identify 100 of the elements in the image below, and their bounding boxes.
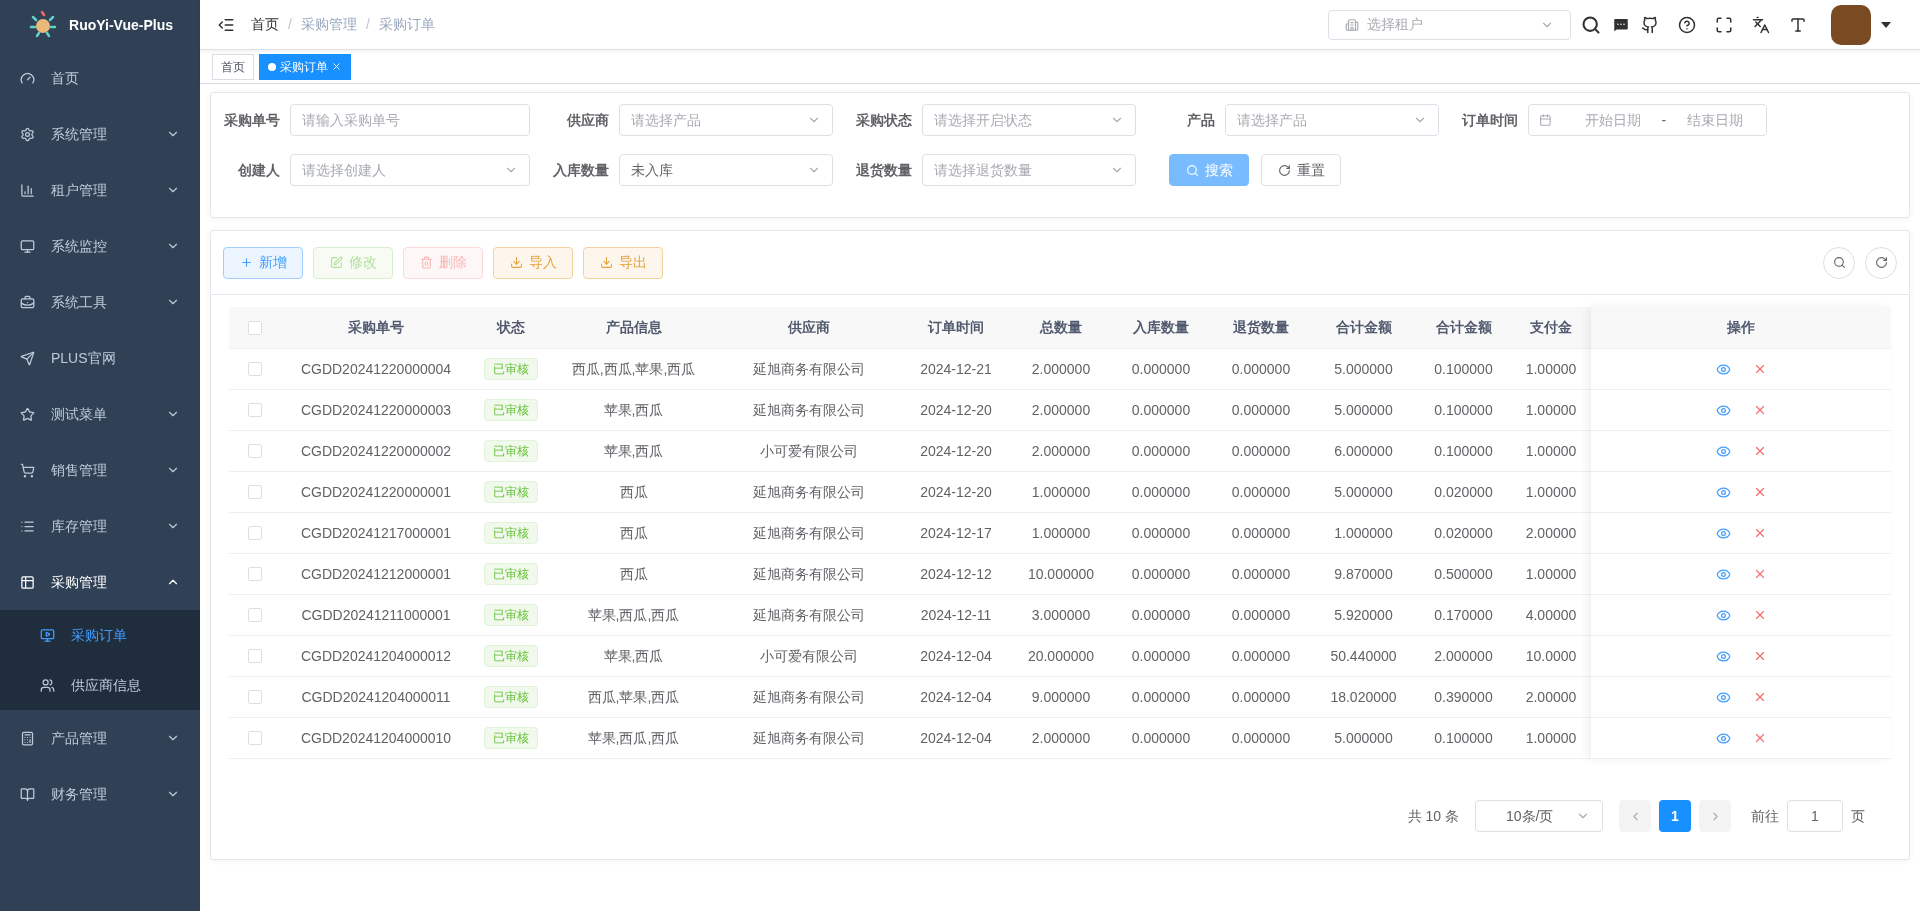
refresh-icon xyxy=(1277,163,1291,177)
column-header: 支付金 xyxy=(1529,318,1573,337)
table-cell-text: 50.440000 xyxy=(1330,646,1397,666)
table-cell-text: 0.000000 xyxy=(1231,482,1291,502)
table-cell-text: 0.000000 xyxy=(1231,605,1291,625)
header-checkbox[interactable] xyxy=(248,320,262,335)
submenu-item[interactable]: 供应商信息 xyxy=(0,660,200,710)
view-icon[interactable] xyxy=(1715,525,1731,541)
table-cell-text: 0.100000 xyxy=(1434,441,1493,461)
search-icon[interactable] xyxy=(1581,14,1601,35)
row-checkbox[interactable] xyxy=(248,485,262,499)
table-cell-text: 2024-12-04 xyxy=(920,687,992,707)
page-tab[interactable]: 首页 xyxy=(212,53,254,80)
table-cell-text: 0.000000 xyxy=(1131,564,1191,584)
table-cell-text: 0.000000 xyxy=(1131,482,1191,502)
text-input[interactable]: 请输入采购单号 xyxy=(290,104,530,136)
close-icon[interactable] xyxy=(331,61,342,72)
table-cell-text: CGDD20241220000003 xyxy=(300,400,452,420)
table-cell-text: 1.000000 xyxy=(1031,482,1091,502)
table-cell-text: 10.000000 xyxy=(1027,564,1095,584)
table-cell-text: 小可爱有限公司 xyxy=(759,646,858,666)
view-icon[interactable] xyxy=(1715,402,1731,418)
avatar-photo[interactable] xyxy=(1831,4,1871,45)
table-cell-text: 0.000000 xyxy=(1231,441,1291,461)
row-checkbox[interactable] xyxy=(248,403,262,417)
page-input[interactable]: 1 xyxy=(1787,800,1843,832)
row-checkbox[interactable] xyxy=(248,649,262,663)
sidebar-item[interactable]: 首页 xyxy=(0,50,200,106)
view-icon[interactable] xyxy=(1715,361,1731,377)
fullscreen-icon[interactable] xyxy=(1715,15,1733,34)
goto-suffix: 页 xyxy=(1851,806,1865,826)
table-cell-text: 0.170000 xyxy=(1434,605,1493,625)
sidebar-item[interactable]: PLUS官网 xyxy=(0,330,200,386)
sidebar-item[interactable]: 采购管理 xyxy=(0,554,200,610)
table-cell-text: CGDD20241217000001 xyxy=(300,523,452,543)
table-cell-text: 延旭商务有限公司 xyxy=(752,523,865,543)
date-range-field[interactable]: 开始日期 - 结束日期 xyxy=(1528,104,1767,136)
translate-icon[interactable] xyxy=(1752,15,1770,34)
grid-icon xyxy=(20,574,35,590)
table-cell-text: 5.000000 xyxy=(1334,728,1393,748)
table-cell-text: 0.000000 xyxy=(1231,523,1291,543)
breadcrumb-separator: / xyxy=(288,15,292,34)
table-cell-text: 2024-12-20 xyxy=(920,441,992,461)
page-size-select[interactable]: 10条/页 xyxy=(1475,800,1603,832)
view-icon[interactable] xyxy=(1715,484,1731,500)
github-icon[interactable] xyxy=(1641,15,1659,34)
sidebar-item[interactable]: 测试菜单 xyxy=(0,386,200,442)
table-cell-text: 2024-12-21 xyxy=(920,359,992,379)
total-count: 共 10 条 xyxy=(1407,806,1459,826)
row-checkbox[interactable] xyxy=(248,608,262,622)
breadcrumb-link[interactable]: 首页 xyxy=(251,14,279,35)
row-checkbox[interactable] xyxy=(248,526,262,540)
search-icon xyxy=(1185,163,1199,177)
row-checkbox[interactable] xyxy=(248,731,262,745)
view-icon[interactable] xyxy=(1715,566,1731,582)
sidebar-item[interactable]: 产品管理 xyxy=(0,710,200,766)
sidebar-item[interactable]: 系统工具 xyxy=(0,274,200,330)
table-cell-text: 4.00000 xyxy=(1525,605,1577,625)
table-cell-text: 2.00000 xyxy=(1525,523,1577,543)
table-cell-text: 0.000000 xyxy=(1231,687,1291,707)
table-cell-text: CGDD20241204000011 xyxy=(301,687,451,707)
status-tag: 已审核 xyxy=(484,727,538,749)
table-cell-text: 0.390000 xyxy=(1434,687,1493,707)
sidebar-item[interactable]: 销售管理 xyxy=(0,442,200,498)
select-field[interactable]: 未入库 xyxy=(619,154,833,186)
table-cell-text: 0.000000 xyxy=(1131,605,1191,625)
bar-chart-icon xyxy=(20,182,35,198)
view-icon[interactable] xyxy=(1715,730,1731,746)
sidebar-item[interactable]: 租户管理 xyxy=(0,162,200,218)
sidebar-item[interactable]: 库存管理 xyxy=(0,498,200,554)
row-checkbox[interactable] xyxy=(248,567,262,581)
sidebar-item[interactable]: 系统管理 xyxy=(0,106,200,162)
row-checkbox[interactable] xyxy=(248,362,262,376)
sidebar-item[interactable]: 系统监控 xyxy=(0,218,200,274)
table-cell-text: CGDD20241204000010 xyxy=(300,728,452,748)
table-cell-text: 苹果,西瓜 xyxy=(603,400,664,420)
table-cell-text: 0.100000 xyxy=(1434,400,1493,420)
sidebar-item[interactable]: 财务管理 xyxy=(0,766,200,822)
table-cell-text: 2.000000 xyxy=(1031,441,1091,461)
table-cell-text: 0.000000 xyxy=(1131,646,1191,666)
help-icon[interactable] xyxy=(1678,15,1696,34)
table-cell-text: 0.020000 xyxy=(1434,523,1493,543)
caret-icon[interactable] xyxy=(1881,21,1891,28)
table-cell-text: 9.870000 xyxy=(1334,564,1393,584)
view-icon[interactable] xyxy=(1715,443,1731,459)
filter-label: 入库数量 xyxy=(552,160,610,180)
table-cell-text: 西瓜,苹果,西瓜 xyxy=(587,687,680,707)
column-header: 合计金额 xyxy=(1334,318,1393,337)
book-icon xyxy=(20,786,35,802)
submenu-item[interactable]: 采购订单 xyxy=(0,610,200,660)
view-icon[interactable] xyxy=(1715,689,1731,705)
row-checkbox[interactable] xyxy=(248,690,262,704)
view-icon[interactable] xyxy=(1715,607,1731,623)
font-size-icon[interactable] xyxy=(1789,15,1807,34)
table-cell-text: 0.000000 xyxy=(1231,359,1291,379)
column-header: 供应商 xyxy=(786,318,831,337)
row-checkbox[interactable] xyxy=(248,444,262,458)
view-icon[interactable] xyxy=(1715,648,1731,664)
reset-button[interactable]: 重置 xyxy=(1261,154,1341,186)
filter-label: 订单时间 xyxy=(1460,110,1519,130)
